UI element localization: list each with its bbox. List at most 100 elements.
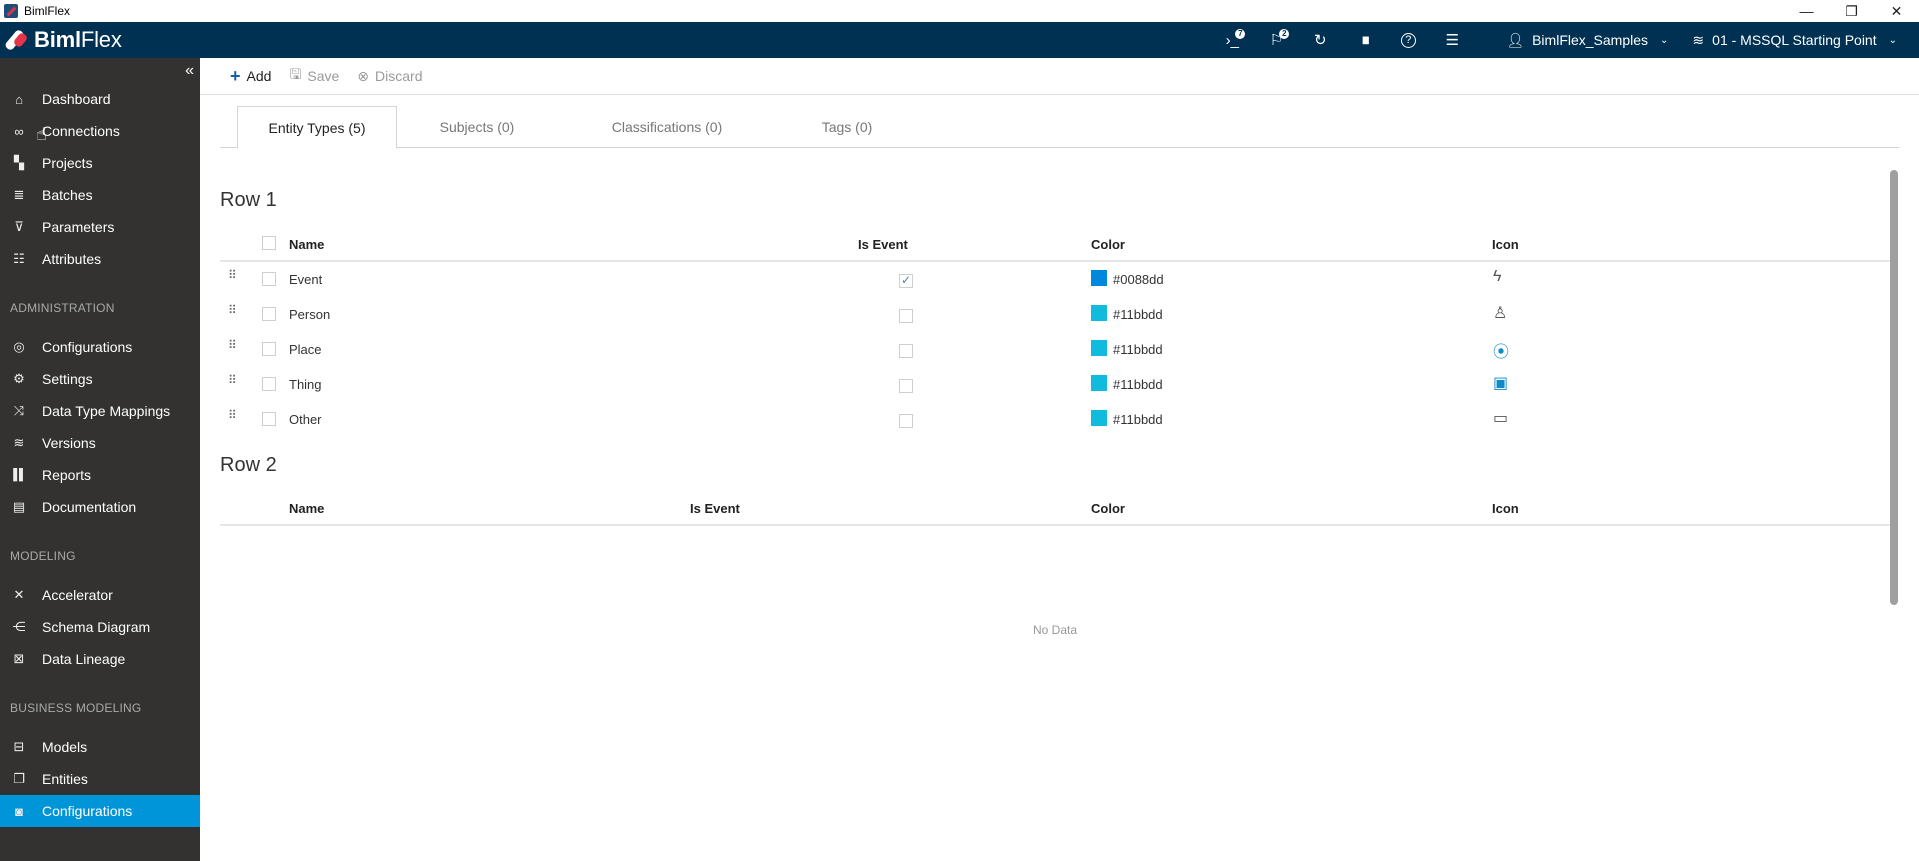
console-button[interactable]: ›_ 7	[1210, 22, 1254, 58]
sidebar-item-label: Reports	[42, 467, 92, 483]
calendar-icon[interactable]: ▣	[1493, 373, 1508, 393]
name-cell[interactable]: Place	[289, 342, 322, 357]
flag-button[interactable]: ⚐ 2	[1254, 22, 1298, 58]
row-checkbox[interactable]	[262, 377, 276, 391]
column-header-icon[interactable]: Icon	[1492, 237, 1519, 252]
console-badge: 7	[1235, 29, 1246, 39]
sidebar-item-models[interactable]: ⊟ Models	[0, 731, 200, 763]
map-pin-icon[interactable]: ⦿	[1493, 338, 1509, 362]
tab-entity-types[interactable]: Entity Types (5)	[237, 106, 397, 149]
sidebar-item-schema-diagram[interactable]: ⋲ Schema Diagram	[0, 611, 200, 643]
sidebar-item-versions[interactable]: ≋ Versions	[0, 427, 200, 459]
vertical-scrollbar[interactable]	[1890, 170, 1898, 605]
discard-label: Discard	[375, 68, 423, 84]
color-swatch[interactable]	[1091, 270, 1107, 286]
sidebar-item-projects[interactable]: ▚ Projects	[0, 147, 200, 179]
color-swatch[interactable]	[1091, 375, 1107, 391]
sidebar-item-dashboard[interactable]: ⌂ Dashboard	[0, 83, 200, 115]
column-header-name[interactable]: Name	[289, 237, 324, 252]
sidebar-item-data-lineage[interactable]: ⊠ Data Lineage	[0, 643, 200, 675]
restore-button[interactable]: ❐	[1829, 0, 1874, 22]
drag-handle-icon[interactable]: ⠿	[228, 374, 237, 386]
sidebar-item-entities[interactable]: ❐ Entities	[0, 763, 200, 795]
column-header-color[interactable]: Color	[1091, 501, 1125, 516]
is-event-checkbox[interactable]	[899, 379, 913, 393]
color-swatch[interactable]	[1091, 305, 1107, 321]
is-event-checkbox[interactable]	[899, 344, 913, 358]
sidebar-item-label: Documentation	[42, 499, 137, 515]
help-button[interactable]: ?	[1386, 22, 1430, 58]
table-row[interactable]: ⠿ Thing #11bbdd ▣	[220, 367, 1890, 402]
column-header-icon[interactable]: Icon	[1492, 501, 1519, 516]
column-header-is-event[interactable]: Is Event	[690, 501, 740, 516]
minimize-button[interactable]: —	[1784, 0, 1829, 22]
table-row[interactable]: ⠿ Event #0088dd ϟ	[220, 262, 1890, 297]
sidebar-item-parameters[interactable]: ⊽ Parameters	[0, 211, 200, 243]
table-row[interactable]: ⠿ Other #11bbdd ▭	[220, 402, 1890, 437]
sidebar-item-accelerator[interactable]: ✕ Accelerator	[0, 579, 200, 611]
column-header-is-event[interactable]: Is Event	[858, 237, 908, 252]
color-value[interactable]: #11bbdd	[1113, 342, 1163, 357]
sidebar-item-connections[interactable]: ∞ Connections	[0, 115, 200, 147]
collapse-sidebar-icon[interactable]: «	[185, 62, 194, 80]
logo[interactable]: BimlFlex	[3, 27, 122, 53]
color-value[interactable]: #11bbdd	[1113, 412, 1163, 427]
drag-handle-icon[interactable]: ⠿	[228, 304, 237, 316]
is-event-checkbox[interactable]	[899, 309, 913, 323]
analytics-button[interactable]: ▮▮	[1342, 22, 1386, 58]
color-value[interactable]: #11bbdd	[1113, 307, 1163, 322]
sidebar-item-reports[interactable]: ▌▌ Reports	[0, 459, 200, 491]
person-icon[interactable]: ♙	[1493, 303, 1507, 323]
row-checkbox[interactable]	[262, 272, 276, 286]
sidebar-item-configurations[interactable]: ◎ Configurations	[0, 331, 200, 363]
select-all-checkbox[interactable]	[262, 236, 276, 250]
sidebar-item-attributes[interactable]: ☷ Attributes	[0, 243, 200, 275]
server-button[interactable]: ☰	[1430, 22, 1474, 58]
drag-handle-icon[interactable]: ⠿	[228, 269, 237, 281]
drag-handle-icon[interactable]: ⠿	[228, 409, 237, 421]
sidebar-item-business-configurations[interactable]: ◙ Configurations	[0, 795, 200, 827]
column-header-color[interactable]: Color	[1091, 237, 1125, 252]
table-row[interactable]: ⠿ Person #11bbdd ♙	[220, 297, 1890, 332]
os-titlebar: BimlFlex — ❐ ✕	[0, 0, 1919, 22]
tab-tags[interactable]: Tags (0)	[777, 106, 917, 148]
help-icon: ?	[1400, 32, 1416, 48]
sidebar-item-batches[interactable]: ≣ Batches	[0, 179, 200, 211]
name-cell[interactable]: Other	[289, 412, 322, 427]
row-checkbox[interactable]	[262, 342, 276, 356]
table-row[interactable]: ⠿ Place #11bbdd ⦿	[220, 332, 1890, 367]
is-event-checkbox[interactable]	[899, 414, 913, 428]
name-cell[interactable]: Person	[289, 307, 330, 322]
version-selector[interactable]: ≋ 01 - MSSQL Starting Point ⌄	[1680, 22, 1909, 58]
color-value[interactable]: #0088dd	[1113, 272, 1164, 287]
color-value[interactable]: #11bbdd	[1113, 377, 1163, 392]
name-cell[interactable]: Thing	[289, 377, 322, 392]
tab-classifications[interactable]: Classifications (0)	[557, 106, 777, 148]
refresh-icon: ↻	[1314, 32, 1327, 49]
discard-button[interactable]: ⊗ Discard	[357, 68, 422, 85]
row-checkbox[interactable]	[262, 412, 276, 426]
refresh-button[interactable]: ↻	[1298, 22, 1342, 58]
lightning-icon[interactable]: ϟ	[1493, 268, 1501, 286]
sidebar-item-label: Entities	[42, 771, 88, 787]
color-swatch[interactable]	[1091, 340, 1107, 356]
sidebar-item-label: Schema Diagram	[42, 619, 151, 635]
close-button[interactable]: ✕	[1874, 0, 1919, 22]
sidebar-item-documentation[interactable]: ▤ Documentation	[0, 491, 200, 523]
save-button[interactable]: 🖫 Save	[289, 64, 339, 88]
drag-handle-icon[interactable]: ⠿	[228, 339, 237, 351]
add-button[interactable]: + Add	[230, 66, 271, 87]
column-header-name[interactable]: Name	[289, 501, 324, 516]
layers-icon: ≋	[13, 435, 25, 450]
sidebar-item-label: Data Type Mappings	[42, 403, 171, 419]
name-cell[interactable]: Event	[289, 272, 322, 287]
link-icon: ∞	[14, 123, 24, 139]
customer-selector[interactable]: 👤︎ BimlFlex_Samples ⌄	[1494, 22, 1680, 58]
is-event-checkbox[interactable]	[899, 273, 913, 288]
sidebar-item-settings[interactable]: ⚙ Settings	[0, 363, 200, 395]
color-swatch[interactable]	[1091, 410, 1107, 426]
sidebar-item-data-type-mappings[interactable]: ⤨ Data Type Mappings	[0, 395, 200, 427]
chat-icon[interactable]: ▭	[1493, 408, 1508, 428]
tab-subjects[interactable]: Subjects (0)	[397, 106, 557, 148]
row-checkbox[interactable]	[262, 307, 276, 321]
